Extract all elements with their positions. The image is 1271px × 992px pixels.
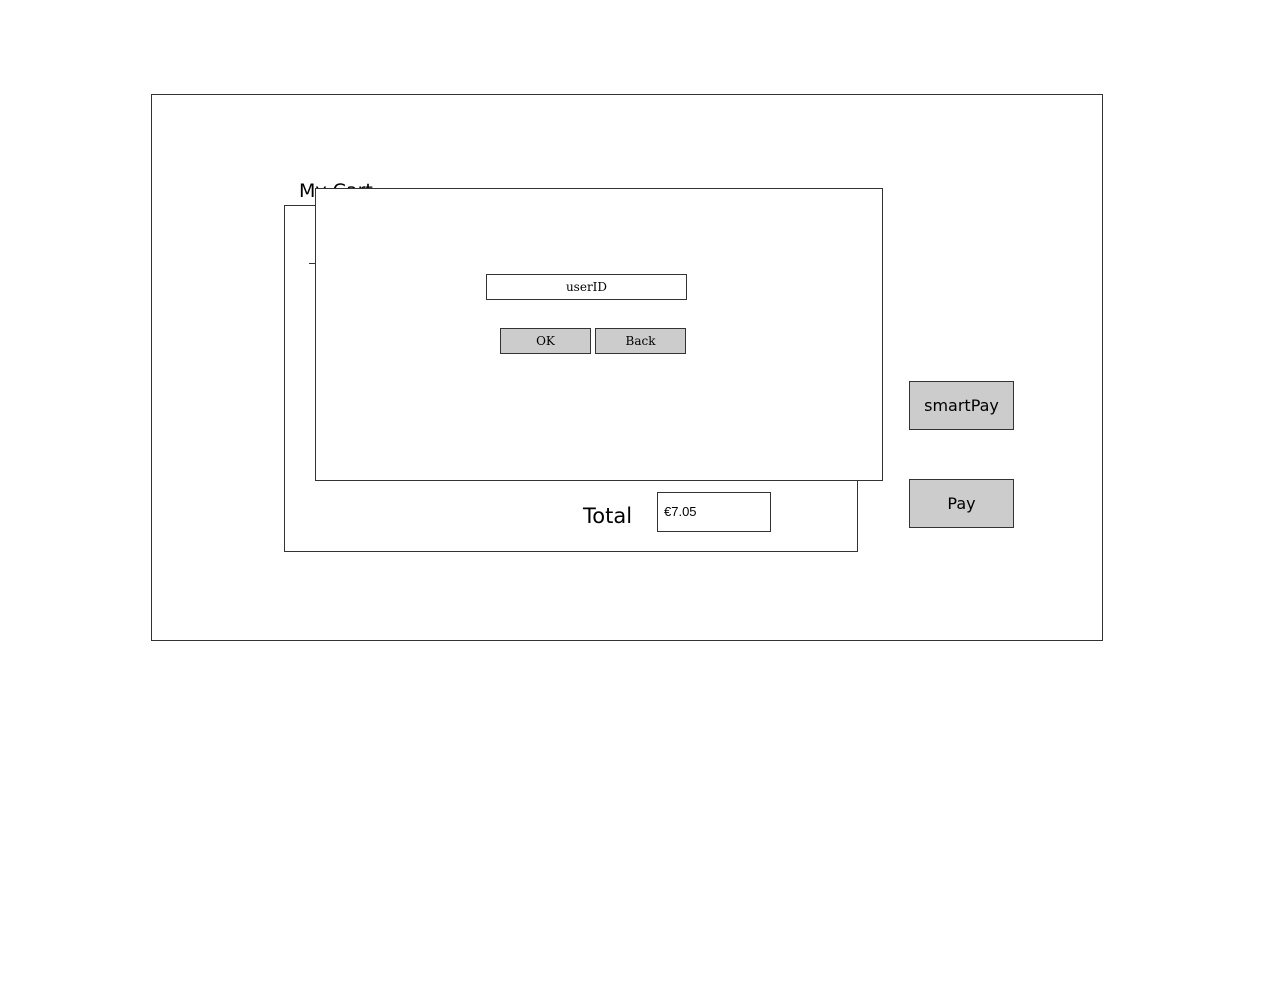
back-button[interactable]: Back [595, 328, 686, 354]
pay-button[interactable]: Pay [909, 479, 1014, 528]
ok-button[interactable]: OK [500, 328, 591, 354]
smartpay-button[interactable]: smartPay [909, 381, 1014, 430]
total-label: Total [583, 504, 633, 528]
userid-input[interactable]: userID [486, 274, 687, 300]
userid-dialog: userID OK Back [315, 188, 883, 481]
total-value-field: €7.05 [657, 492, 771, 532]
